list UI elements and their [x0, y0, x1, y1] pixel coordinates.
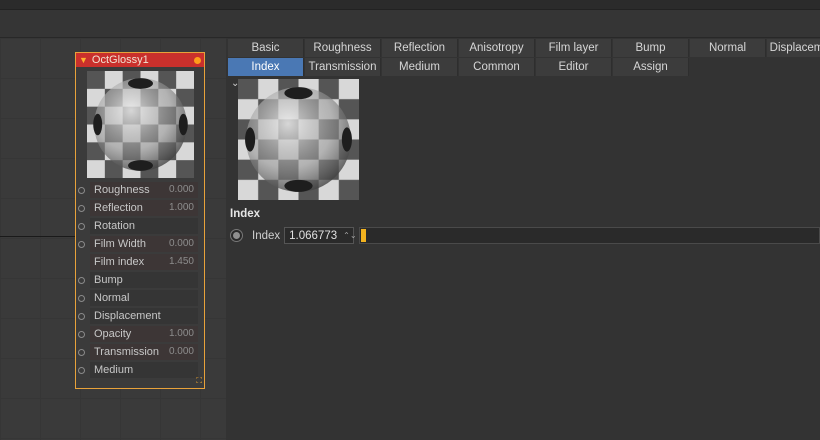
triangle-down-icon[interactable]: ▼: [79, 55, 88, 65]
material-preview: [238, 79, 359, 200]
port-label: Bump: [90, 272, 198, 288]
octglossy-node[interactable]: ▼ OctGlossy1 Roughness 0.000 Reflection …: [75, 52, 205, 389]
tab-medium[interactable]: Medium: [382, 58, 458, 76]
port-label: Displacement: [90, 308, 198, 324]
port-label: Normal: [90, 290, 198, 306]
port-pin-icon[interactable]: [78, 312, 85, 320]
tab-displacement[interactable]: Displacement: [767, 39, 820, 57]
tab-index[interactable]: Index: [228, 58, 304, 76]
section-title: Index: [230, 208, 261, 220]
node-wire: [0, 236, 76, 237]
up-down-stepper-icon[interactable]: ⌃⌄: [343, 231, 356, 240]
port-label: Film Width 0.000: [90, 236, 198, 252]
port-label: Film index 1.450: [90, 254, 198, 270]
slider-fill: [361, 229, 367, 242]
port-label: Rotation: [90, 218, 198, 234]
node-port[interactable]: Opacity 1.000: [76, 325, 204, 343]
port-pin-icon[interactable]: [78, 240, 85, 248]
node-port[interactable]: Normal: [76, 289, 204, 307]
node-material-preview: [87, 71, 194, 178]
port-pin-icon[interactable]: [78, 204, 85, 212]
animate-toggle[interactable]: [230, 229, 243, 242]
port-pin-icon[interactable]: [78, 259, 85, 266]
node-port[interactable]: Displacement: [76, 307, 204, 325]
node-port[interactable]: Film index 1.450: [76, 253, 204, 271]
port-label-text: Film index: [94, 256, 145, 268]
port-label-text: Reflection: [94, 202, 143, 214]
node-port[interactable]: Rotation: [76, 217, 204, 235]
tab-anisotropy[interactable]: Anisotropy: [459, 39, 535, 57]
port-pin-icon[interactable]: [78, 186, 85, 194]
port-pin-icon[interactable]: [78, 276, 85, 284]
port-label: Medium: [90, 362, 198, 378]
app-root: ▼ OctGlossy1 Roughness 0.000 Reflection …: [0, 0, 820, 440]
port-label-text: Medium: [94, 364, 134, 376]
tab-film-layer[interactable]: Film layer: [536, 39, 612, 57]
port-label: Transmission 0.000: [90, 344, 198, 360]
index-number-field[interactable]: 1.066773 ⌃⌄: [284, 227, 357, 244]
node-port[interactable]: Roughness 0.000: [76, 181, 204, 199]
tab-row-1: Basic Roughness Reflection Anisotropy Film l…: [228, 39, 820, 58]
tab-assign[interactable]: Assign: [613, 58, 689, 76]
toolbar-strip: [0, 10, 820, 38]
port-pin-icon[interactable]: [78, 330, 85, 338]
node-port[interactable]: Reflection 1.000: [76, 199, 204, 217]
index-slider[interactable]: [359, 227, 820, 244]
tab-basic[interactable]: Basic: [228, 39, 304, 57]
port-value: 0.000: [168, 184, 194, 195]
node-port[interactable]: Bump: [76, 271, 204, 289]
port-label-text: Rotation: [94, 220, 135, 232]
index-param-label: Index: [252, 229, 281, 242]
resize-handle-icon[interactable]: ⛶: [196, 376, 202, 386]
port-value: 1.000: [168, 202, 194, 213]
title-bar: [0, 0, 820, 10]
port-label-text: Opacity: [94, 328, 132, 340]
node-port-list: Roughness 0.000 Reflection 1.000 Rotation Fil…: [76, 181, 204, 379]
port-label-text: Displacement: [94, 310, 161, 322]
port-value: 0.000: [168, 238, 194, 249]
port-value: 0.000: [168, 346, 194, 357]
port-pin-icon[interactable]: [78, 366, 85, 374]
attribute-manager: Basic Roughness Reflection Anisotropy Film l…: [226, 38, 820, 440]
tab-normal[interactable]: Normal: [690, 39, 766, 57]
tab-row-2: Index Transmission Medium Common Editor Assig…: [228, 58, 820, 77]
port-pin-icon[interactable]: [78, 222, 85, 230]
index-param-row: Index 1.066773 ⌃⌄: [230, 227, 820, 244]
tab-bar: Basic Roughness Reflection Anisotropy Film l…: [228, 39, 820, 77]
tab-roughness[interactable]: Roughness: [305, 39, 381, 57]
tab-common[interactable]: Common: [459, 58, 535, 76]
tab-reflection[interactable]: Reflection: [382, 39, 458, 57]
tab-transmission[interactable]: Transmission: [305, 58, 381, 76]
node-title: OctGlossy1: [91, 54, 149, 66]
index-value: 1.066773: [289, 229, 338, 242]
port-label-text: Normal: [94, 292, 130, 304]
node-header[interactable]: ▼ OctGlossy1: [76, 53, 204, 67]
tab-bump[interactable]: Bump: [613, 39, 689, 57]
node-port[interactable]: Transmission 0.000: [76, 343, 204, 361]
port-value: 1.450: [168, 256, 194, 267]
node-editor-canvas[interactable]: ▼ OctGlossy1 Roughness 0.000 Reflection …: [0, 38, 226, 440]
port-pin-icon[interactable]: [78, 294, 85, 302]
port-label-text: Film Width: [94, 238, 146, 250]
port-label-text: Transmission: [94, 346, 159, 358]
port-label: Reflection 1.000: [90, 200, 198, 216]
dot-icon: [194, 56, 201, 64]
tab-editor[interactable]: Editor: [536, 58, 612, 76]
node-port[interactable]: Film Width 0.000: [76, 235, 204, 253]
port-value: 1.000: [168, 328, 194, 339]
port-label-text: Roughness: [94, 184, 150, 196]
port-pin-icon[interactable]: [78, 348, 85, 356]
node-port[interactable]: Medium: [76, 361, 204, 379]
port-label: Roughness 0.000: [90, 182, 198, 198]
port-label-text: Bump: [94, 274, 123, 286]
port-label: Opacity 1.000: [90, 326, 198, 342]
